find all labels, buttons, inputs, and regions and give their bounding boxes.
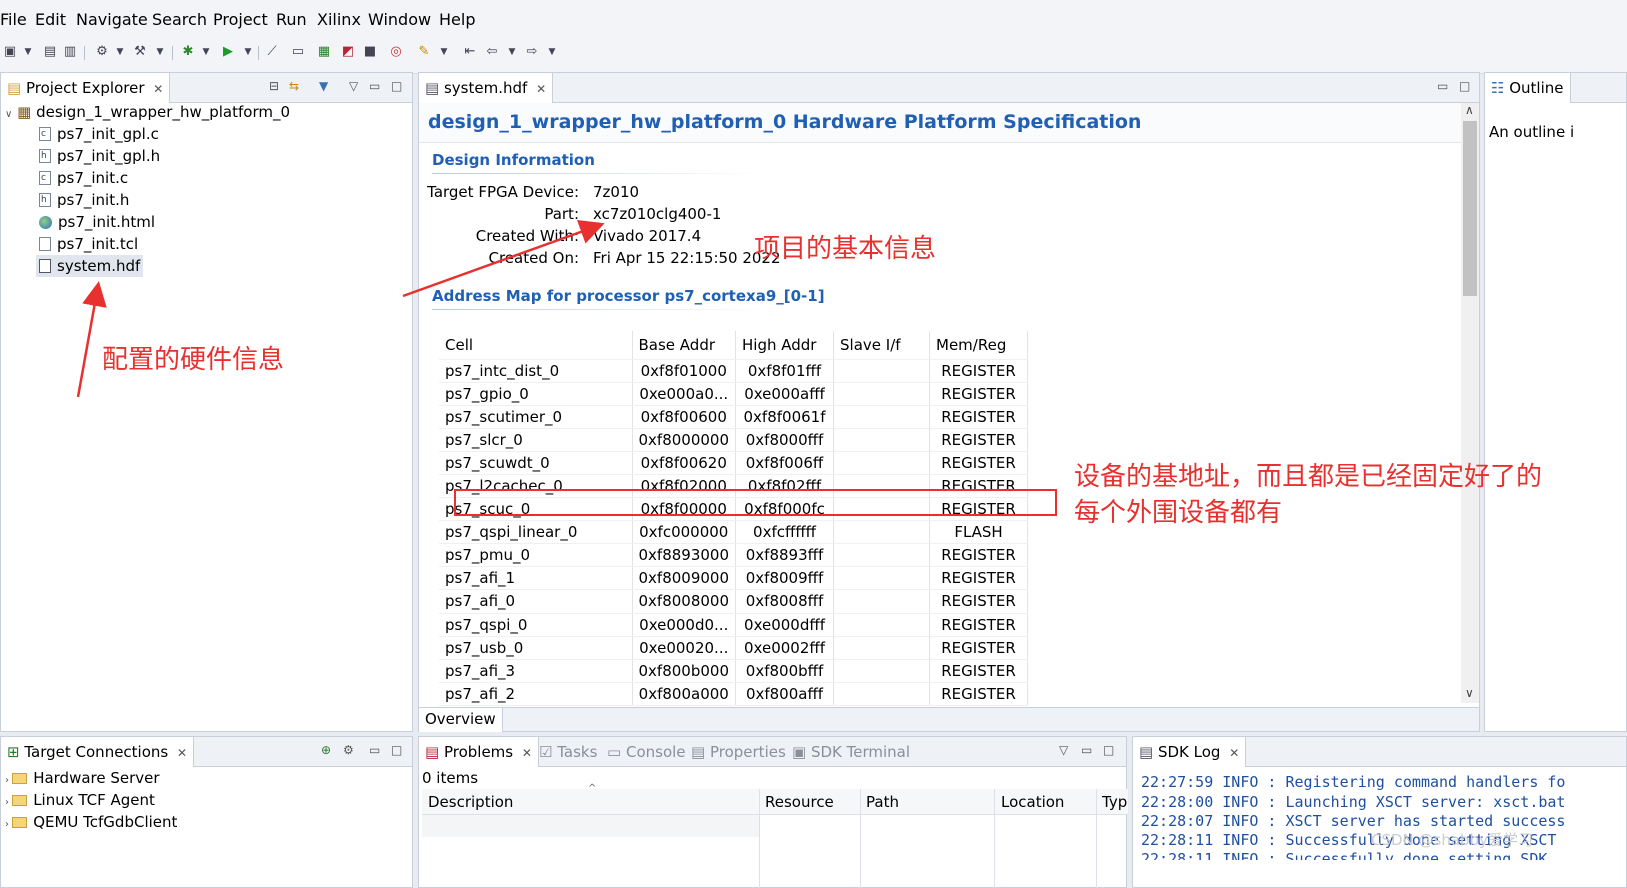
annotation-base-addr-1: 设备的基地址，而且都是已经固定好了的 — [1074, 462, 1543, 492]
arrow-to-system-hdf — [76, 281, 107, 398]
annotation-arrows — [76, 220, 605, 398]
annotation-base-addr-2: 每个外围设备都有 — [1074, 498, 1283, 528]
annotation-hardware-info: 配置的硬件信息 — [102, 345, 285, 375]
highlight-box — [454, 489, 1057, 516]
annotation-project-info: 项目的基本信息 — [754, 234, 937, 264]
arrow-to-design-info — [402, 220, 605, 298]
